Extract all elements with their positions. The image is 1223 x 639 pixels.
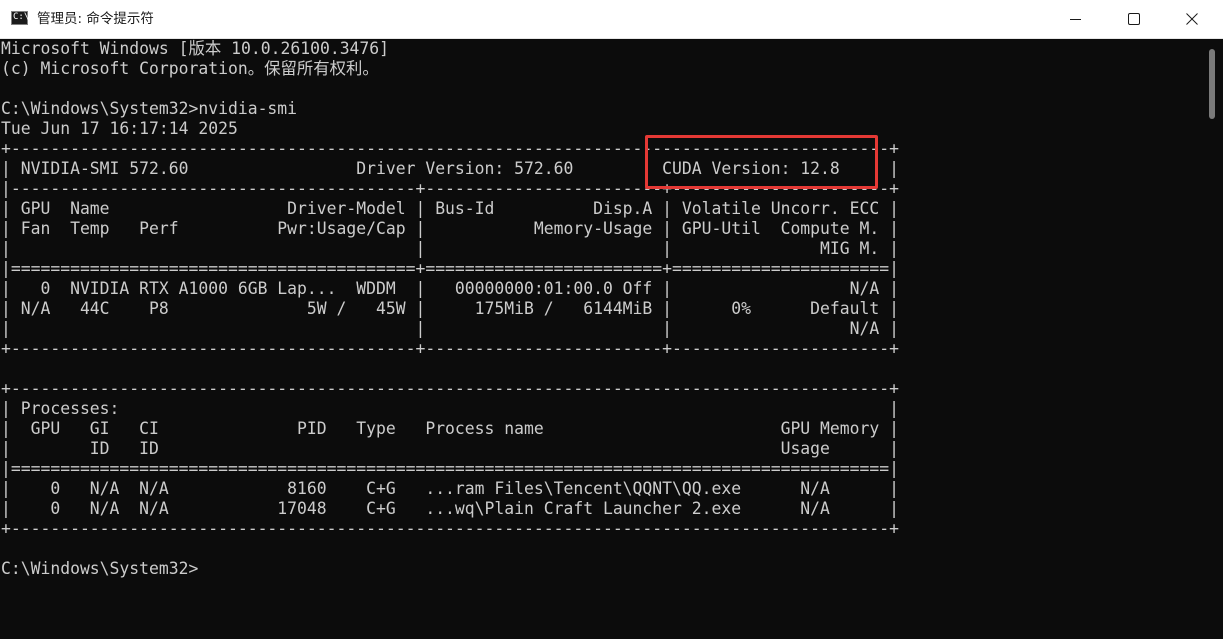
console-line: | 0 NVIDIA RTX A1000 6GB Lap... WDDM | 0… [1,279,899,298]
cmd-icon-glyph: C:\ [13,12,30,22]
close-icon [1186,13,1198,25]
console-line: | GPU GI CI PID Type Process name GPU Me… [1,419,899,438]
console-line: +---------------------------------------… [1,339,899,358]
console-line: | GPU Name Driver-Model | Bus-Id Disp.A … [1,199,899,218]
console-line: +---------------------------------------… [1,379,899,398]
console-line: (c) Microsoft Corporation。保留所有权利。 [1,59,379,78]
console-line: | | | MIG M. | [1,239,899,258]
command-prompt-window: C:\ 管理员: 命令提示符 Microsoft Windows [版本 10.… [0,0,1223,639]
window-title: 管理员: 命令提示符 [37,11,154,27]
console-line: |=======================================… [1,459,899,478]
console-line: | N/A 44C P8 5W / 45W | 175MiB / 6144MiB… [1,299,899,318]
console-line: C:\Windows\System32>nvidia-smi [1,99,298,118]
console-line: +---------------------------------------… [1,519,899,538]
scrollbar-thumb[interactable] [1209,49,1215,119]
console-line: | Fan Temp Perf Pwr:Usage/Cap | Memory-U… [1,219,899,238]
maximize-button[interactable] [1105,0,1163,38]
console-line: | | | N/A | [1,319,899,338]
cuda-version-highlight [645,135,878,189]
console-text: Microsoft Windows [版本 10.0.26100.3476] (… [1,39,899,579]
console-line: | ID ID Usage | [1,439,899,458]
vertical-scrollbar[interactable] [1201,39,1223,639]
console-line: | 0 N/A N/A 8160 C+G ...ram Files\Tencen… [1,479,899,498]
console-line: Microsoft Windows [版本 10.0.26100.3476] [1,39,390,58]
console-line: | Processes: | [1,399,899,418]
cmd-icon[interactable]: C:\ [11,11,30,25]
console-line: Tue Jun 17 16:17:14 2025 [1,119,238,138]
minimize-icon [1070,19,1081,20]
maximize-icon [1128,13,1140,25]
title-bar[interactable]: C:\ 管理员: 命令提示符 [0,0,1223,39]
close-button[interactable] [1163,0,1221,38]
console-line: C:\Windows\System32> [1,559,199,578]
console-line: | 0 N/A N/A 17048 C+G ...wq\Plain Craft … [1,499,899,518]
console-line: |=======================================… [1,259,899,278]
minimize-button[interactable] [1047,0,1105,38]
console-output[interactable]: Microsoft Windows [版本 10.0.26100.3476] (… [0,39,1201,639]
